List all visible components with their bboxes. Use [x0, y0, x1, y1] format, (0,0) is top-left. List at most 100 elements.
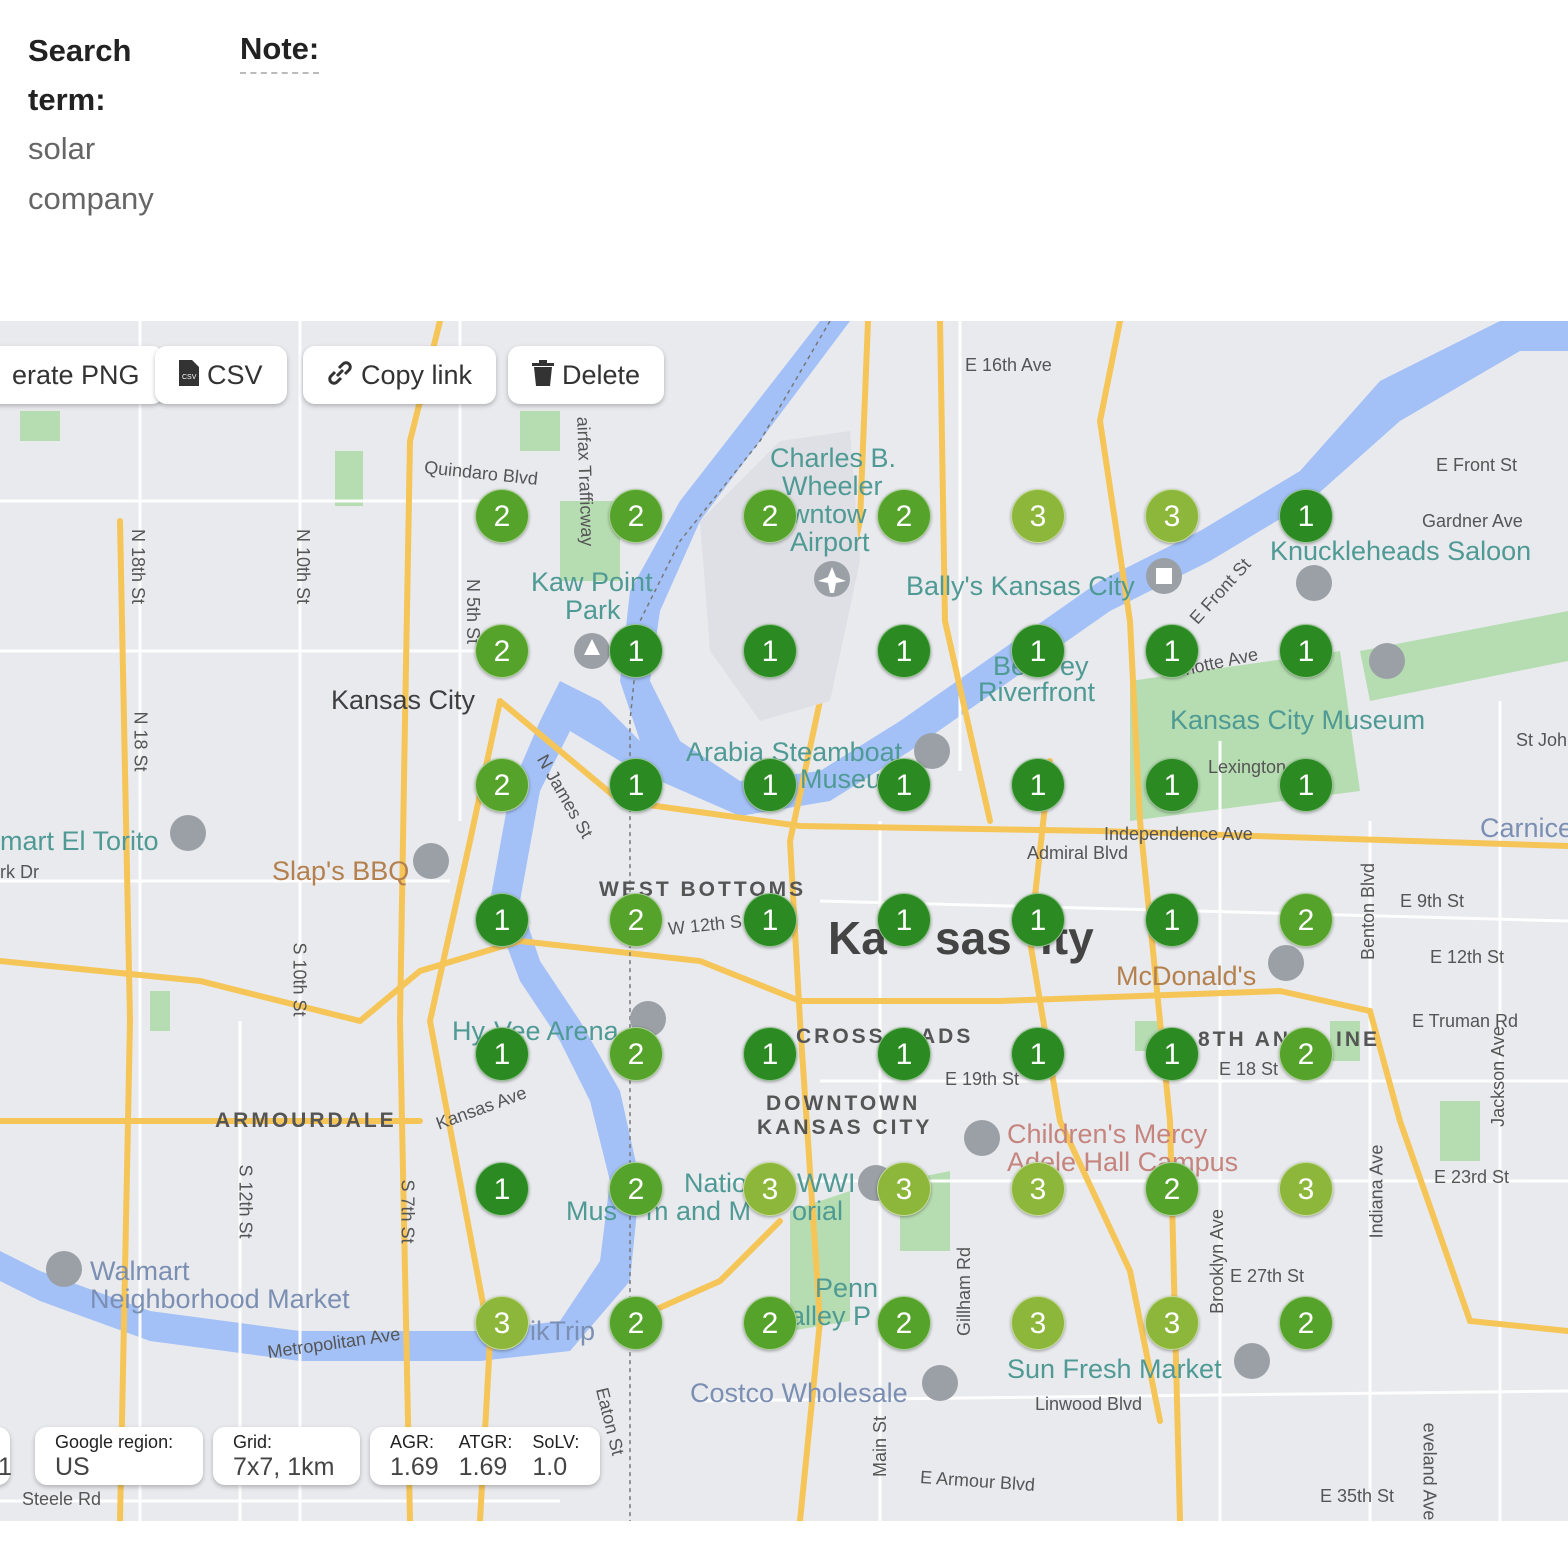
- map-label-wwi-2: WWI: [797, 1168, 856, 1198]
- map-label-kc-museum: Kansas City Museum: [1170, 705, 1426, 735]
- rank-marker[interactable]: 3: [1011, 489, 1065, 543]
- rank-marker[interactable]: 3: [1145, 1296, 1199, 1350]
- rank-marker[interactable]: 1: [1011, 758, 1065, 812]
- rank-marker[interactable]: 2: [743, 1296, 797, 1350]
- copy-link-label: Copy link: [361, 360, 473, 390]
- note-label[interactable]: Note:: [240, 26, 320, 74]
- map-label-18th-vine-1: 8TH AN: [1198, 1028, 1292, 1051]
- rank-marker[interactable]: 1: [475, 1162, 529, 1216]
- rank-marker[interactable]: 3: [1011, 1296, 1065, 1350]
- rank-marker[interactable]: 1: [1145, 1027, 1199, 1081]
- street-e9th: E 9th St: [1400, 891, 1465, 911]
- rank-marker[interactable]: 1: [1279, 624, 1333, 678]
- info-panel-fragment: 1: [0, 1427, 12, 1485]
- rank-marker[interactable]: 3: [1011, 1162, 1065, 1216]
- info-panel-metrics: AGR: 1.69 ATGR: 1.69 SoLV: 1.0: [370, 1427, 600, 1485]
- map-label-airport-3: wntow: [790, 499, 867, 529]
- rank-marker[interactable]: 2: [475, 624, 529, 678]
- map-label-walmart-1: Walmart: [90, 1256, 190, 1286]
- rank-marker[interactable]: 2: [877, 1296, 931, 1350]
- rank-marker[interactable]: 3: [475, 1296, 529, 1350]
- street-e27th: E 27th St: [1230, 1266, 1305, 1286]
- svg-text:CSV: CSV: [182, 374, 197, 381]
- agr-key: AGR:: [390, 1432, 435, 1452]
- atgr-value: 1.69: [458, 1453, 508, 1481]
- street-e18: E 18 St: [1219, 1059, 1279, 1079]
- map-label-el-torito: mart El Torito: [0, 826, 159, 856]
- rank-marker[interactable]: 2: [609, 489, 663, 543]
- map-label-kaw-point: Kaw Point: [531, 567, 653, 597]
- street-s7th: S 7th St: [397, 1179, 418, 1244]
- street-e35th: E 35th St: [1320, 1486, 1395, 1506]
- copy-link-button[interactable]: Copy link: [303, 346, 497, 404]
- rank-marker[interactable]: 1: [609, 624, 663, 678]
- rank-marker[interactable]: 1: [475, 893, 529, 947]
- street-n18th: N 18th St: [128, 528, 149, 605]
- map-label-crossroads-1: CROSS: [796, 1025, 886, 1048]
- map-label-wwi-1: Natio: [684, 1168, 748, 1198]
- rank-marker[interactable]: 2: [609, 1296, 663, 1350]
- rank-marker[interactable]: 1: [475, 1027, 529, 1081]
- rank-marker[interactable]: 1: [743, 1027, 797, 1081]
- rank-marker[interactable]: 1: [743, 893, 797, 947]
- rank-marker[interactable]: 1: [1279, 758, 1333, 812]
- rank-marker[interactable]: 2: [1145, 1162, 1199, 1216]
- rank-marker[interactable]: 2: [1279, 1296, 1333, 1350]
- rank-marker[interactable]: 1: [743, 624, 797, 678]
- rank-marker[interactable]: 1: [1145, 758, 1199, 812]
- street-benton: Benton Blvd: [1358, 862, 1379, 961]
- rank-marker[interactable]: 2: [743, 489, 797, 543]
- map-label-kaw-park: Park: [565, 595, 621, 625]
- rank-marker[interactable]: 2: [609, 893, 663, 947]
- rank-marker[interactable]: 2: [609, 1027, 663, 1081]
- street-e12th: E 12th St: [1430, 947, 1505, 967]
- rank-marker[interactable]: 1: [1011, 624, 1065, 678]
- rank-marker[interactable]: 1: [877, 758, 931, 812]
- csv-button[interactable]: CSV CSV: [155, 346, 287, 404]
- rank-marker[interactable]: 1: [877, 893, 931, 947]
- rank-marker[interactable]: 2: [877, 489, 931, 543]
- trash-icon: [532, 348, 554, 406]
- rank-marker[interactable]: 1: [877, 624, 931, 678]
- rank-marker[interactable]: 1: [1145, 893, 1199, 947]
- info-fragment-value: 1: [0, 1453, 12, 1481]
- map-label-wwi-5: orial: [792, 1196, 844, 1226]
- rank-marker[interactable]: 1: [1145, 624, 1199, 678]
- street-steele: Steele Rd: [22, 1489, 102, 1509]
- rank-marker[interactable]: 3: [743, 1162, 797, 1216]
- street-cleveland: eveland Ave: [1419, 1422, 1440, 1521]
- rank-marker[interactable]: 1: [877, 1027, 931, 1081]
- map-label-carnice: Carnice: [1480, 813, 1568, 843]
- street-park-dr: rk Dr: [0, 862, 39, 882]
- rank-marker[interactable]: 2: [475, 489, 529, 543]
- rank-marker[interactable]: 3: [1279, 1162, 1333, 1216]
- street-brooklyn: Brooklyn Ave: [1206, 1209, 1227, 1314]
- map-label-airport-1: Charles B.: [770, 443, 897, 473]
- map-label-wwi-4: m and M: [646, 1196, 752, 1226]
- atgr-key: ATGR:: [458, 1432, 513, 1452]
- street-gardner: Gardner Ave: [1422, 511, 1523, 531]
- rank-marker[interactable]: 3: [1145, 489, 1199, 543]
- street-linwood: Linwood Blvd: [1035, 1394, 1143, 1414]
- rank-marker[interactable]: 1: [609, 758, 663, 812]
- street-e19th: E 19th St: [945, 1069, 1020, 1089]
- rank-grid-map[interactable]: Charles B. Wheeler wntow Airport Kaw Poi…: [0, 321, 1568, 1521]
- rank-marker[interactable]: 3: [877, 1162, 931, 1216]
- rank-marker[interactable]: 1: [1011, 893, 1065, 947]
- rank-marker[interactable]: 2: [1279, 893, 1333, 947]
- rank-marker[interactable]: 2: [609, 1162, 663, 1216]
- rank-marker[interactable]: 1: [743, 758, 797, 812]
- map-label-sun-fresh: Sun Fresh Market: [1007, 1354, 1222, 1384]
- street-n10th: N 10th St: [293, 528, 314, 605]
- map-label-wwi-3: Mus: [566, 1196, 618, 1226]
- search-term-value: solar company: [28, 131, 154, 216]
- map-label-kansas-city-ks: Kansas City: [331, 685, 476, 715]
- info-panel-grid: Grid: 7x7, 1km: [213, 1427, 360, 1485]
- delete-button[interactable]: Delete: [508, 346, 665, 406]
- rank-marker[interactable]: 2: [475, 758, 529, 812]
- generate-png-button[interactable]: erate PNG: [0, 346, 164, 404]
- rank-marker[interactable]: 1: [1279, 489, 1333, 543]
- map-label-ballys: Bally's Kansas City: [906, 571, 1135, 601]
- rank-marker[interactable]: 2: [1279, 1027, 1333, 1081]
- rank-marker[interactable]: 1: [1011, 1027, 1065, 1081]
